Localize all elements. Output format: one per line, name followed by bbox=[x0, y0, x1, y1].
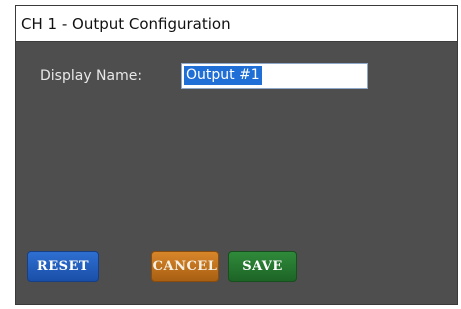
dialog-titlebar: CH 1 - Output Configuration bbox=[16, 6, 457, 42]
display-name-label: Display Name: bbox=[40, 68, 143, 84]
cancel-button[interactable]: CANCEL bbox=[151, 251, 219, 282]
output-configuration-dialog: CH 1 - Output Configuration Display Name… bbox=[15, 5, 458, 305]
reset-button[interactable]: RESET bbox=[27, 251, 99, 282]
dialog-title: CH 1 - Output Configuration bbox=[21, 15, 231, 33]
display-name-input[interactable] bbox=[181, 63, 368, 89]
save-button[interactable]: SAVE bbox=[228, 251, 297, 282]
